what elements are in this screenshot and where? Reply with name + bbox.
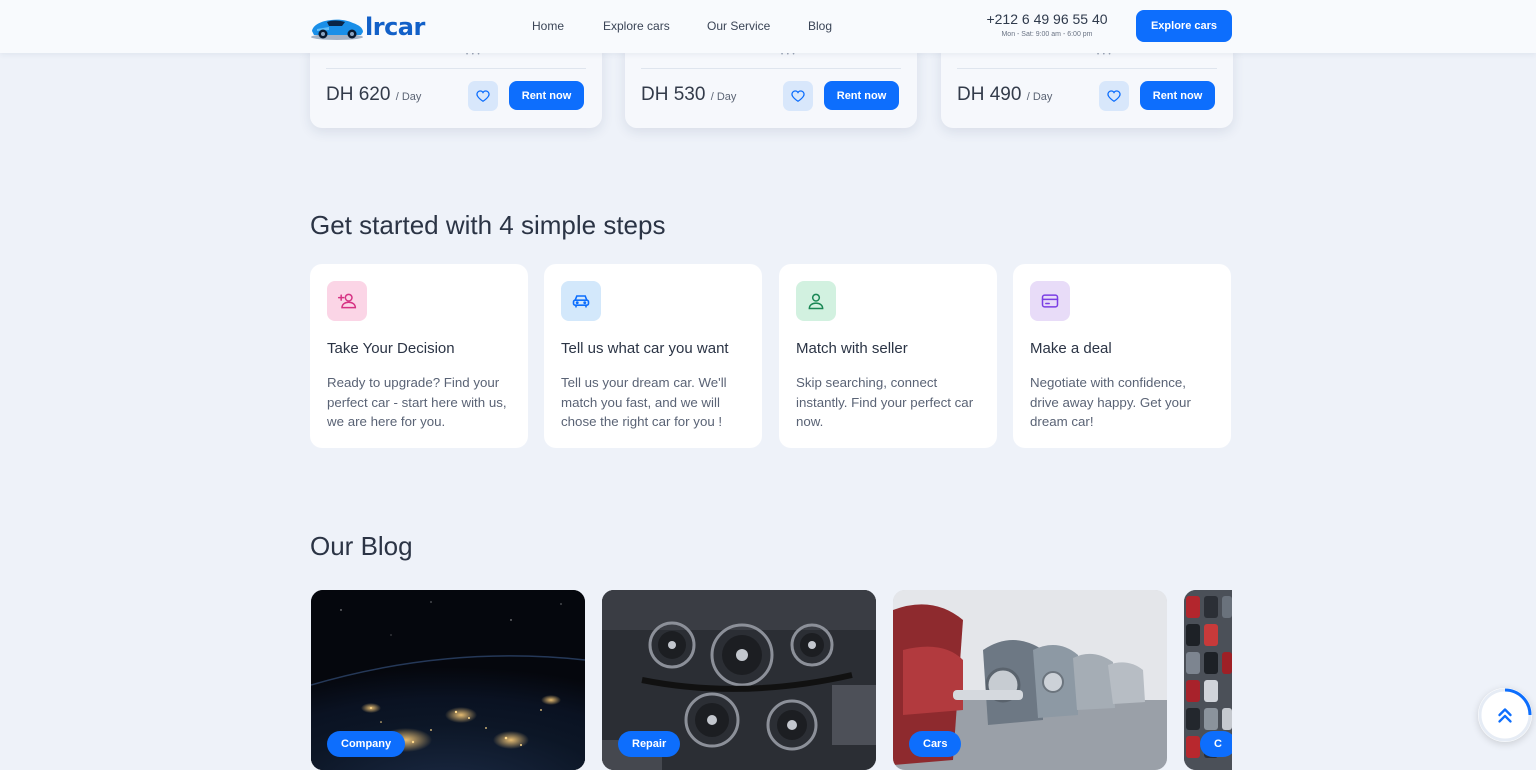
opening-hours: Mon - Sat: 9:00 am - 6:00 pm [1001, 31, 1093, 38]
blog-card[interactable]: Repair [602, 590, 876, 770]
step-description: Negotiate with confidence, drive away ha… [1030, 375, 1191, 429]
blog-title: Our Blog [310, 531, 413, 561]
nav-blog[interactable]: Blog [808, 19, 832, 33]
price-unit: / Day [395, 91, 422, 103]
card-divider [957, 68, 1217, 69]
step-title: Match with seller [796, 340, 908, 357]
price-value: DH 620 [326, 84, 391, 105]
explore-cars-button[interactable]: Explore cars [1136, 10, 1232, 42]
heart-icon [476, 90, 490, 103]
steps-title: Get started with 4 simple steps [310, 210, 666, 240]
step-description: Tell us your dream car. We'll match you … [561, 375, 727, 429]
site-header: lrcar Home Explore cars Our Service Blog… [0, 0, 1536, 53]
favorite-button[interactable] [468, 81, 498, 111]
step-card: Take Your Decision Ready to upgrade? Fin… [310, 264, 528, 448]
car-price: DH 530 / Day [641, 84, 736, 108]
favorite-button[interactable] [1099, 81, 1129, 111]
rent-now-button[interactable]: Rent now [824, 81, 899, 110]
step-description: Skip searching, connect instantly. Find … [796, 375, 974, 429]
step-card: Make a deal Negotiate with confidence, d… [1013, 264, 1231, 448]
car-price: DH 620 / Day [326, 84, 421, 108]
car-card: • • • DH 620 / Day Rent now [310, 40, 602, 128]
blog-card[interactable]: C [1184, 590, 1232, 770]
price-value: DH 530 [641, 84, 706, 105]
car-icon [561, 281, 601, 321]
step-card: Tell us what car you want Tell us your d… [544, 264, 762, 448]
step-title: Take Your Decision [327, 340, 455, 357]
nav-explore-cars[interactable]: Explore cars [603, 19, 670, 33]
nav-our-service[interactable]: Our Service [707, 19, 770, 33]
step-card: Match with seller Skip searching, connec… [779, 264, 997, 448]
user-add-icon [327, 281, 367, 321]
heart-icon [791, 90, 805, 103]
price-unit: / Day [1026, 91, 1053, 103]
price-value: DH 490 [957, 84, 1022, 105]
favorite-button[interactable] [783, 81, 813, 111]
double-chevron-up-icon [1498, 708, 1512, 723]
step-title: Make a deal [1030, 340, 1112, 357]
car-card: • • • DH 530 / Day Rent now [625, 40, 917, 128]
heart-icon [1107, 90, 1121, 103]
car-logo-icon [311, 19, 363, 40]
card-divider [326, 68, 586, 69]
blog-card[interactable]: Cars [893, 590, 1167, 770]
scroll-to-top-button[interactable] [1478, 688, 1532, 742]
car-price: DH 490 / Day [957, 84, 1052, 108]
card-divider [641, 68, 901, 69]
blog-card[interactable]: Company [311, 590, 585, 770]
step-description: Ready to upgrade? Find your perfect car … [327, 375, 507, 429]
brand-name: lrcar [365, 13, 425, 41]
blog-card-image-wrap: C [1184, 590, 1232, 770]
contact-info: +212 6 49 96 55 40 Mon - Sat: 9:00 am - … [980, 11, 1114, 39]
blog-tag[interactable]: C [1200, 731, 1232, 757]
rent-now-button[interactable]: Rent now [509, 81, 584, 110]
nav-home[interactable]: Home [532, 19, 564, 33]
blog-tag[interactable]: Company [327, 731, 406, 757]
phone-number[interactable]: +212 6 49 96 55 40 [980, 11, 1114, 27]
blog-tag[interactable]: Cars [909, 731, 962, 757]
brand-logo[interactable]: lrcar [309, 12, 425, 42]
user-icon [796, 281, 836, 321]
step-title: Tell us what car you want [561, 340, 729, 357]
blog-tag[interactable]: Repair [618, 731, 681, 757]
credit-card-icon [1030, 281, 1070, 321]
price-unit: / Day [710, 91, 737, 103]
rent-now-button[interactable]: Rent now [1140, 81, 1215, 110]
car-card: • • • DH 490 / Day Rent now [941, 40, 1233, 128]
